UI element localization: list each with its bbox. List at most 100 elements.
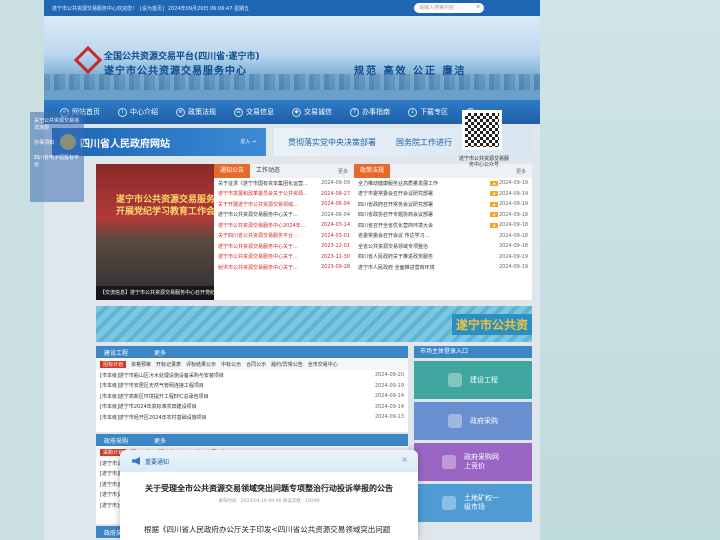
list-item-title: 全省公共资源交易领域专项整治 — [358, 243, 429, 250]
subtab[interactable]: 中标公示 — [221, 361, 241, 368]
side-link[interactable]: 办事须知 — [34, 140, 80, 147]
subtab[interactable]: 全市交易中心 — [308, 361, 338, 368]
more-link[interactable]: 更多 — [338, 168, 348, 175]
list-item-title: [市本级]遂宁市船山区污水处理设施设备采购与安装项目 — [100, 372, 224, 379]
list-item[interactable]: [市本级]遂宁市2024年高标准农田建设项目 2024-09-14 — [96, 402, 408, 413]
list-item[interactable]: 遂宁市发展和改革委员会关于公共资源... 2024-08-27 — [214, 189, 354, 200]
list-item[interactable]: 遂宁市公共资源交易服务中心关于... 2024-06-04 — [214, 210, 354, 221]
subtab[interactable]: 开标记录表 — [156, 361, 181, 368]
list-item[interactable]: [市本级]遂宁高新区环境提升工程EPC总承包项目 2024-09-14 — [96, 391, 408, 402]
list-item[interactable]: 关于征求《遂宁市国有资本集团化运营... 2024-09-09 — [214, 178, 354, 189]
list-item[interactable]: 全力推动健康服务业高质量发展工作 ★ 2024-09-19 — [354, 178, 532, 189]
subtab[interactable]: 资格预审 — [131, 361, 151, 368]
list-item[interactable]: 遂宁市人民政府 全面推进营商环境 2024-09-19 — [354, 262, 532, 273]
search-icon[interactable]: ⌕ — [477, 3, 480, 11]
nav-about[interactable]: i 中心介绍 — [118, 107, 158, 117]
side-link[interactable]: 四川省电子招投标平台 — [34, 155, 80, 169]
hardhat-icon — [448, 373, 462, 387]
list-item-date: 2024-09-19 — [498, 264, 528, 271]
new-badge-icon: ★ — [490, 212, 498, 218]
list-item[interactable]: 遂宁市委常委会召开会议研究部署 ★ 2024-09-19 — [354, 189, 532, 200]
list-item-title: 四川省政协召开专题协商会议部署 — [358, 212, 434, 219]
procurement-more[interactable]: 更多 — [154, 436, 166, 445]
engineering-list: [市本级]遂宁市船山区污水处理设施设备采购与安装项目 2024-09-20 [市本级… — [96, 370, 408, 423]
nav-label: 办事指南 — [362, 108, 390, 116]
subtab[interactable]: 合同公示 — [246, 361, 266, 368]
list-item[interactable]: 全省公共资源交易领域专项整治 2024-09-18 — [354, 241, 532, 252]
policy-banner-text-1: 贯彻落实党中央决策部署 — [288, 137, 376, 147]
list-item-date: 2024-09-09 — [320, 180, 350, 187]
site-logo[interactable] — [73, 45, 103, 75]
list-item-date: 2024-09-13 — [374, 414, 404, 421]
list-item[interactable]: 遂宁市公共资源交易服务中心关于... 2023-12-01 — [214, 241, 354, 252]
login-column: 市场主体登录入口 建设工程 政府采购 政府采购网上竞价 土地矿权一级市场 — [414, 346, 532, 522]
list-item-title: 省委常委会召开会议 传达学习... — [358, 233, 430, 240]
download-icon: ↓ — [408, 107, 417, 117]
nav-credit[interactable]: ◆ 交易诚信 — [292, 107, 332, 117]
shield-icon: ◆ — [292, 107, 301, 117]
procurement-header: 政府采购 更多 — [96, 434, 408, 446]
list-item-date: 2023-09-28 — [320, 264, 350, 271]
search-input[interactable]: 请输入搜索内容 — [414, 3, 484, 13]
tab-policy[interactable]: 政策法规 — [354, 164, 391, 178]
info-icon: i — [118, 107, 127, 117]
login-tile-procurement[interactable]: 政府采购 — [414, 402, 532, 440]
list-item[interactable]: 四川省政府召开常务会议研究部署 ★ 2024-09-19 — [354, 199, 532, 210]
side-link[interactable]: 关于公共资源交易违法违规 — [34, 118, 80, 132]
list-item[interactable]: 四川省人民政府关于推进政务服务 2024-09-19 — [354, 252, 532, 263]
engineering-more[interactable]: 更多 — [154, 348, 166, 357]
new-badge-icon: ★ — [490, 191, 498, 197]
list-item-date: 2024-08-27 — [320, 190, 350, 197]
policy-panel: 政策法规 更多 全力推动健康服务业高质量发展工作 ★ 2024-09-19 遂宁市委常… — [354, 164, 532, 300]
notice-list: 关于征求《遂宁市国有资本集团化运营... 2024-09-09 遂宁市发展和改革委员… — [214, 178, 354, 273]
list-item[interactable]: 遂宁市公共资源交易服务中心2024年... 2024-03-14 — [214, 220, 354, 231]
land-icon — [442, 496, 456, 510]
banner-title-secondary: 遂宁市公共资源交易服务中心 — [104, 66, 247, 77]
enter-link[interactable]: 进入 → — [240, 138, 256, 145]
list-item-date: 2023-12-01 — [320, 243, 350, 250]
speaker-icon — [132, 457, 140, 465]
set-home-link[interactable]: [设为首页] — [140, 5, 164, 12]
header-banner: 全国公共资源交易平台(四川省·遂宁市) 遂宁市公共资源交易服务中心 规范 高效 … — [44, 16, 540, 100]
close-icon[interactable]: × — [401, 455, 408, 464]
subtab[interactable]: 评标结果公示 — [186, 361, 216, 368]
more-link[interactable]: 更多 — [516, 168, 526, 175]
nav-trade-info[interactable]: ☰ 交易信息 — [234, 107, 274, 117]
subtab[interactable]: 招标计划 — [100, 360, 127, 368]
list-item-title: 全力推动健康服务业高质量发展工作 — [358, 180, 439, 187]
qr-code-image — [465, 113, 499, 147]
document-icon: ≡ — [176, 107, 185, 117]
tab-notice[interactable]: 通知公告 — [214, 164, 251, 178]
list-item-title: 四川省人民政府关于推进政务服务 — [358, 254, 434, 261]
list-item[interactable]: [市本级]遂宁市船山区污水处理设施设备采购与安装项目 2024-09-20 — [96, 370, 408, 381]
list-item[interactable]: 关于开展遂宁市公共资源交易领域... 2024-06-04 — [214, 199, 354, 210]
subtab[interactable]: 履约/异常公告 — [271, 361, 303, 368]
list-item-title: 遂宁市公共资源交易服务中心关于... — [218, 243, 298, 250]
qr-caption: 遂宁市公共资源交易服务中心公众号 — [458, 156, 509, 168]
login-tile-land[interactable]: 土地矿权一级市场 — [414, 484, 532, 522]
nav-policy[interactable]: ≡ 政策法规 — [176, 107, 216, 117]
tile-label: 建设工程 — [470, 376, 498, 384]
login-tile-online-bidding[interactable]: 政府采购网上竞价 — [414, 443, 532, 481]
list-item-title: [市本级]遂宁高新区环境提升工程EPC总承包项目 — [100, 393, 209, 400]
engineering-title[interactable]: 建设工程 — [104, 348, 128, 357]
tab-work-news[interactable]: 工作动态 — [250, 164, 286, 178]
list-item[interactable]: 省委常委会召开会议 传达学习... 2024-09-18 — [354, 231, 532, 242]
sichuan-gov-banner[interactable]: 四川省人民政府网站 进入 → — [52, 128, 266, 156]
list-item[interactable]: [市本级]遂宁市安居区天然气管网连接工程项目 2024-09-19 — [96, 381, 408, 392]
list-item[interactable]: 四川省政协召开专题协商会议部署 ★ 2024-09-18 — [354, 210, 532, 221]
nav-label: 中心介绍 — [130, 108, 158, 116]
list-item[interactable]: [市本级]遂宁市经开区2024年农村基础设施项目 2024-09-13 — [96, 412, 408, 423]
notice-panel: 通知公告 工作动态 更多 关于征求《遂宁市国有资本集团化运营... 2024-09… — [214, 164, 354, 300]
login-tile-engineering[interactable]: 建设工程 — [414, 361, 532, 399]
list-icon: ☰ — [234, 107, 243, 117]
list-item[interactable]: 四川省召开全省优化营商环境大会 ★ 2024-09-18 — [354, 220, 532, 231]
nav-guide[interactable]: ? 办事指南 — [350, 107, 390, 117]
nav-download[interactable]: ↓ 下载专区 — [408, 107, 448, 117]
scenic-banner[interactable]: 遂宁市公共资 — [96, 306, 532, 342]
list-item[interactable]: 射洪市公共资源交易服务中心关于... 2023-09-28 — [214, 262, 354, 273]
procurement-title[interactable]: 政府采购 — [104, 436, 128, 445]
list-item[interactable]: 关于四川省公共资源交易服务平台... 2024-03-01 — [214, 231, 354, 242]
list-item[interactable]: 遂宁市公共资源交易服务中心关于... 2023-11-30 — [214, 252, 354, 263]
tile-label: 政府采购网上竞价 — [464, 453, 499, 470]
